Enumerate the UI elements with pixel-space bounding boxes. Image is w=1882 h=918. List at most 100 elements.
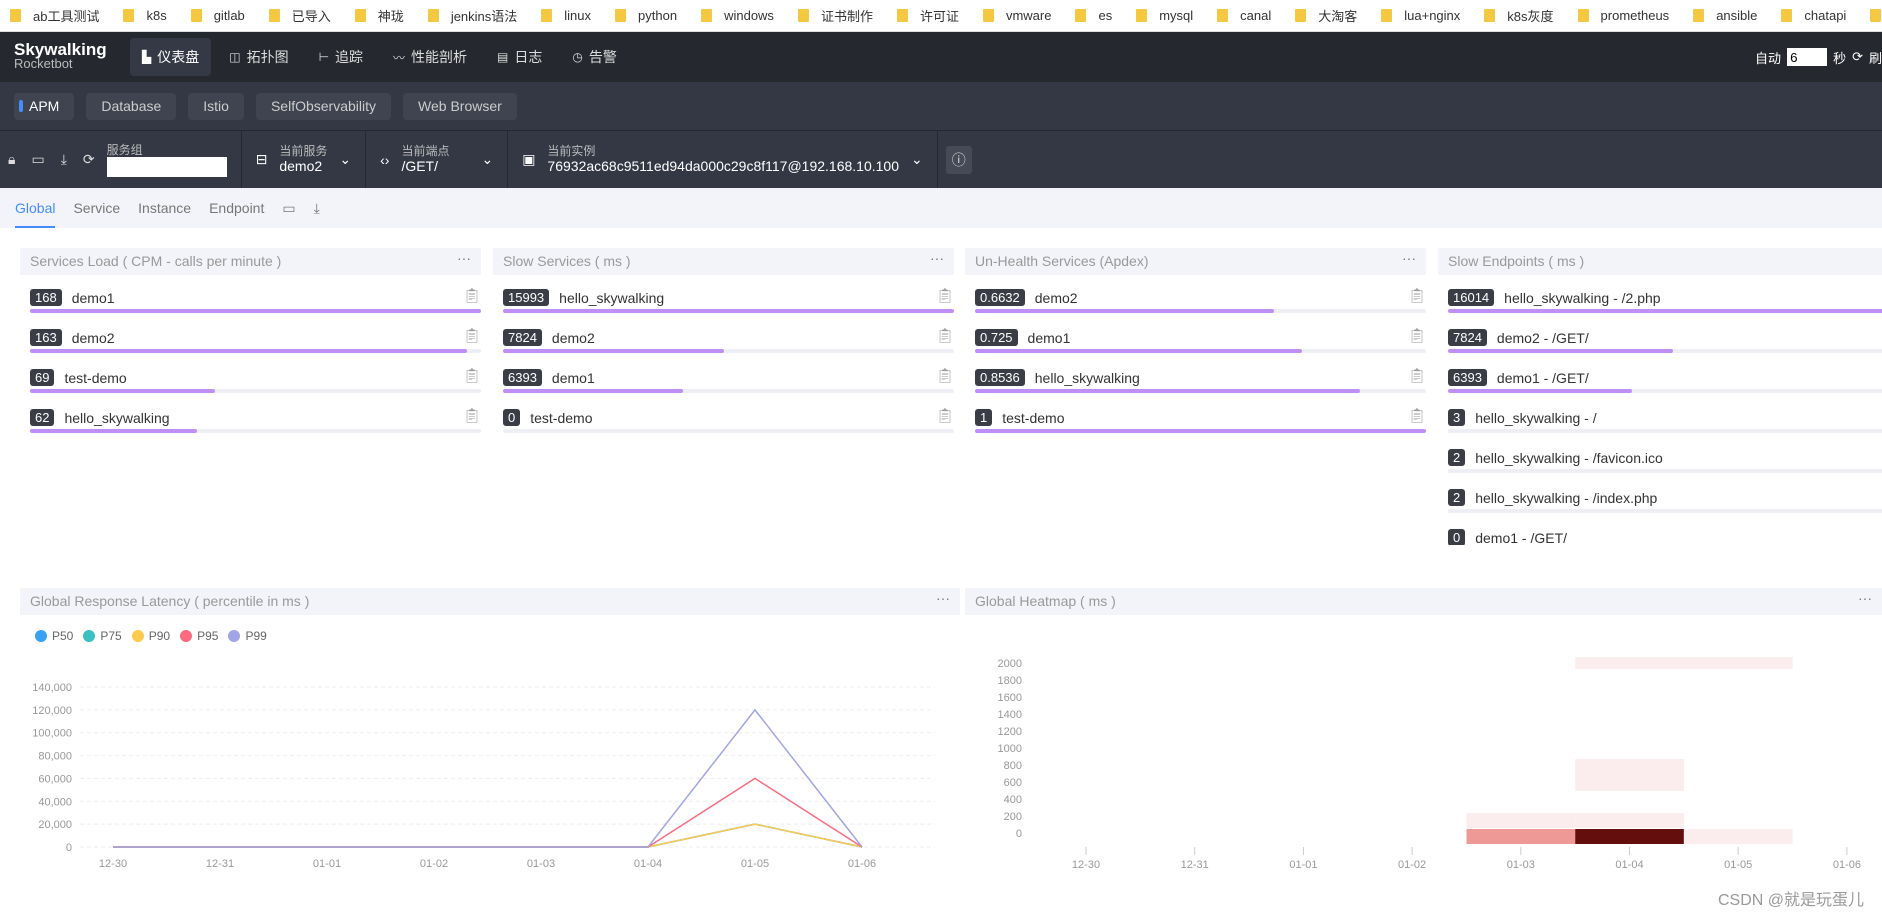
list-item[interactable]: 0.6632 demo2 📋︎ — [965, 279, 1426, 319]
tab-web-browser[interactable]: Web Browser — [403, 92, 517, 120]
list-item[interactable]: 7824demo2 - /GET/📋︎ — [1438, 319, 1882, 359]
clipboard-icon[interactable]: 📋︎ — [463, 407, 481, 424]
clipboard-icon[interactable]: 📋︎ — [936, 407, 954, 424]
tab-apm[interactable]: APM — [14, 92, 75, 120]
legend-item[interactable]: P95 — [180, 629, 218, 643]
bookmark[interactable]: 神珑 — [354, 6, 404, 25]
service-select[interactable]: ⊟ 当前服务 demo2 ⌄ — [242, 131, 367, 188]
item-name[interactable]: demo2 — [552, 330, 595, 346]
bookmark[interactable]: k8s灰度 — [1484, 6, 1554, 25]
bookmark[interactable]: k8s — [123, 8, 167, 23]
subtab-service[interactable]: Service — [73, 200, 120, 216]
more-icon[interactable]: ··· — [930, 248, 944, 272]
clipboard-icon[interactable]: 📋︎ — [1408, 287, 1426, 304]
more-icon[interactable]: ··· — [1402, 248, 1416, 272]
item-name[interactable]: demo1 — [552, 370, 595, 386]
subtab-endpoint[interactable]: Endpoint — [209, 200, 264, 216]
item-name[interactable]: hello_skywalking — [559, 290, 664, 306]
list-item[interactable]: 16014hello_skywalking - /2.php📋︎ — [1438, 279, 1882, 319]
bookmark[interactable]: jenkins语法 — [427, 6, 517, 25]
bookmark[interactable]: golang — [1870, 8, 1882, 23]
list-item[interactable]: 168 demo1 📋︎ — [20, 279, 481, 319]
clipboard-icon[interactable]: 📋︎ — [1408, 367, 1426, 384]
list-item[interactable]: 6393demo1 - /GET/📋︎ — [1438, 359, 1882, 399]
list-item[interactable]: 6393 demo1 📋︎ — [493, 359, 954, 399]
bookmark[interactable]: python — [615, 8, 677, 23]
clipboard-icon[interactable]: 📋︎ — [936, 327, 954, 344]
download-icon[interactable]: ⤓ — [53, 131, 75, 188]
bookmark[interactable]: gitlab — [190, 8, 245, 23]
nav-item-3[interactable]: 〰性能剖析 — [381, 38, 479, 76]
item-name[interactable]: test-demo — [1002, 410, 1064, 426]
list-item[interactable]: 0demo1 - /GET/📋︎ — [1438, 519, 1882, 545]
group-input[interactable] — [106, 156, 227, 177]
item-name[interactable]: demo2 — [1035, 290, 1078, 306]
list-item[interactable]: 3hello_skywalking - /📋︎ — [1438, 399, 1882, 439]
legend-item[interactable]: P50 — [35, 629, 73, 643]
item-name[interactable]: hello_skywalking - /index.php — [1475, 490, 1657, 506]
list-item[interactable]: 62 hello_skywalking 📋︎ — [20, 399, 481, 439]
list-item[interactable]: 69 test-demo 📋︎ — [20, 359, 481, 399]
clipboard-icon[interactable]: 📋︎ — [463, 367, 481, 384]
subtab-instance[interactable]: Instance — [138, 200, 191, 216]
clipboard-icon[interactable]: 📋︎ — [463, 327, 481, 344]
list-item[interactable]: 2hello_skywalking - /favicon.ico📋︎ — [1438, 439, 1882, 479]
item-name[interactable]: hello_skywalking - / — [1475, 410, 1596, 426]
bookmark[interactable]: mysql — [1136, 8, 1193, 23]
clipboard-icon[interactable]: 📋︎ — [1408, 407, 1426, 424]
download-icon[interactable]: ⤓ — [314, 200, 320, 217]
more-icon[interactable]: ··· — [936, 585, 950, 612]
nav-item-0[interactable]: ▙ 仪表盘 — [130, 38, 212, 76]
nav-item-4[interactable]: ▤ 日志 — [485, 38, 554, 76]
bookmark[interactable]: es — [1075, 8, 1112, 23]
lock-icon[interactable]: 🔒︎ — [0, 131, 23, 188]
clipboard-icon[interactable]: 📋︎ — [1408, 327, 1426, 344]
logo[interactable]: Skywalking Rocketbot — [0, 41, 130, 71]
bookmark[interactable]: canal — [1217, 8, 1271, 23]
auto-label[interactable]: 自动 — [1755, 48, 1781, 67]
bookmark[interactable]: 大淘客 — [1295, 6, 1357, 25]
bookmark[interactable]: 证书制作 — [797, 6, 873, 25]
list-item[interactable]: 15993 hello_skywalking 📋︎ — [493, 279, 954, 319]
item-name[interactable]: hello_skywalking - /favicon.ico — [1475, 450, 1663, 466]
item-name[interactable]: demo1 — [72, 290, 115, 306]
bookmark[interactable]: 许可证 — [896, 6, 959, 25]
more-icon[interactable]: ··· — [1858, 585, 1872, 612]
interval-input[interactable] — [1787, 48, 1828, 66]
bookmark[interactable]: prometheus — [1577, 8, 1669, 23]
item-name[interactable]: demo2 — [72, 330, 115, 346]
bookmark[interactable]: ab工具测试 — [10, 6, 99, 25]
list-item[interactable]: 0 test-demo 📋︎ — [493, 399, 954, 439]
instance-select[interactable]: ▣ 当前实例 76932ac68c9511ed94da000c29c8f117@1… — [508, 131, 938, 188]
item-name[interactable]: hello_skywalking — [1035, 370, 1140, 386]
info-icon[interactable]: ⓘ — [938, 131, 980, 188]
refresh-label[interactable]: 刷 — [1869, 48, 1882, 67]
nav-item-1[interactable]: ◫ 拓扑图 — [217, 38, 300, 76]
endpoint-select[interactable]: ‹› 当前端点/GET/⌄ — [366, 131, 509, 188]
clipboard-icon[interactable]: 📋︎ — [463, 287, 481, 304]
clipboard-icon[interactable]: 📋︎ — [936, 287, 954, 304]
folder-icon[interactable]: ▭ — [282, 200, 295, 217]
reload-icon[interactable]: ⟳ — [75, 131, 103, 188]
item-name[interactable]: demo1 - /GET/ — [1497, 370, 1589, 386]
item-name[interactable]: demo1 - /GET/ — [1475, 530, 1567, 546]
bookmark[interactable]: chatapi — [1781, 8, 1846, 23]
bookmark[interactable]: 已导入 — [268, 6, 331, 25]
subtab-global[interactable]: Global — [15, 188, 56, 228]
legend-item[interactable]: P90 — [131, 629, 170, 643]
list-item[interactable]: 7824 demo2 📋︎ — [493, 319, 954, 359]
tab-selfobservability[interactable]: SelfObservability — [255, 92, 392, 120]
tab-database[interactable]: Database — [86, 92, 177, 120]
list-item[interactable]: 2hello_skywalking - /index.php📋︎ — [1438, 479, 1882, 519]
more-icon[interactable]: ··· — [457, 248, 471, 272]
nav-item-2[interactable]: ⊢ 追踪 — [307, 38, 375, 76]
item-name[interactable]: test-demo — [64, 370, 126, 386]
item-name[interactable]: demo2 - /GET/ — [1497, 330, 1589, 346]
item-name[interactable]: hello_skywalking — [64, 410, 169, 426]
bookmark[interactable]: linux — [541, 8, 591, 23]
nav-item-5[interactable]: ◷ 告警 — [560, 38, 628, 76]
bookmark[interactable]: vmware — [982, 8, 1051, 23]
legend-item[interactable]: P99 — [228, 629, 267, 643]
item-name[interactable]: test-demo — [530, 410, 592, 426]
folder-icon[interactable]: ▭ — [23, 131, 52, 188]
